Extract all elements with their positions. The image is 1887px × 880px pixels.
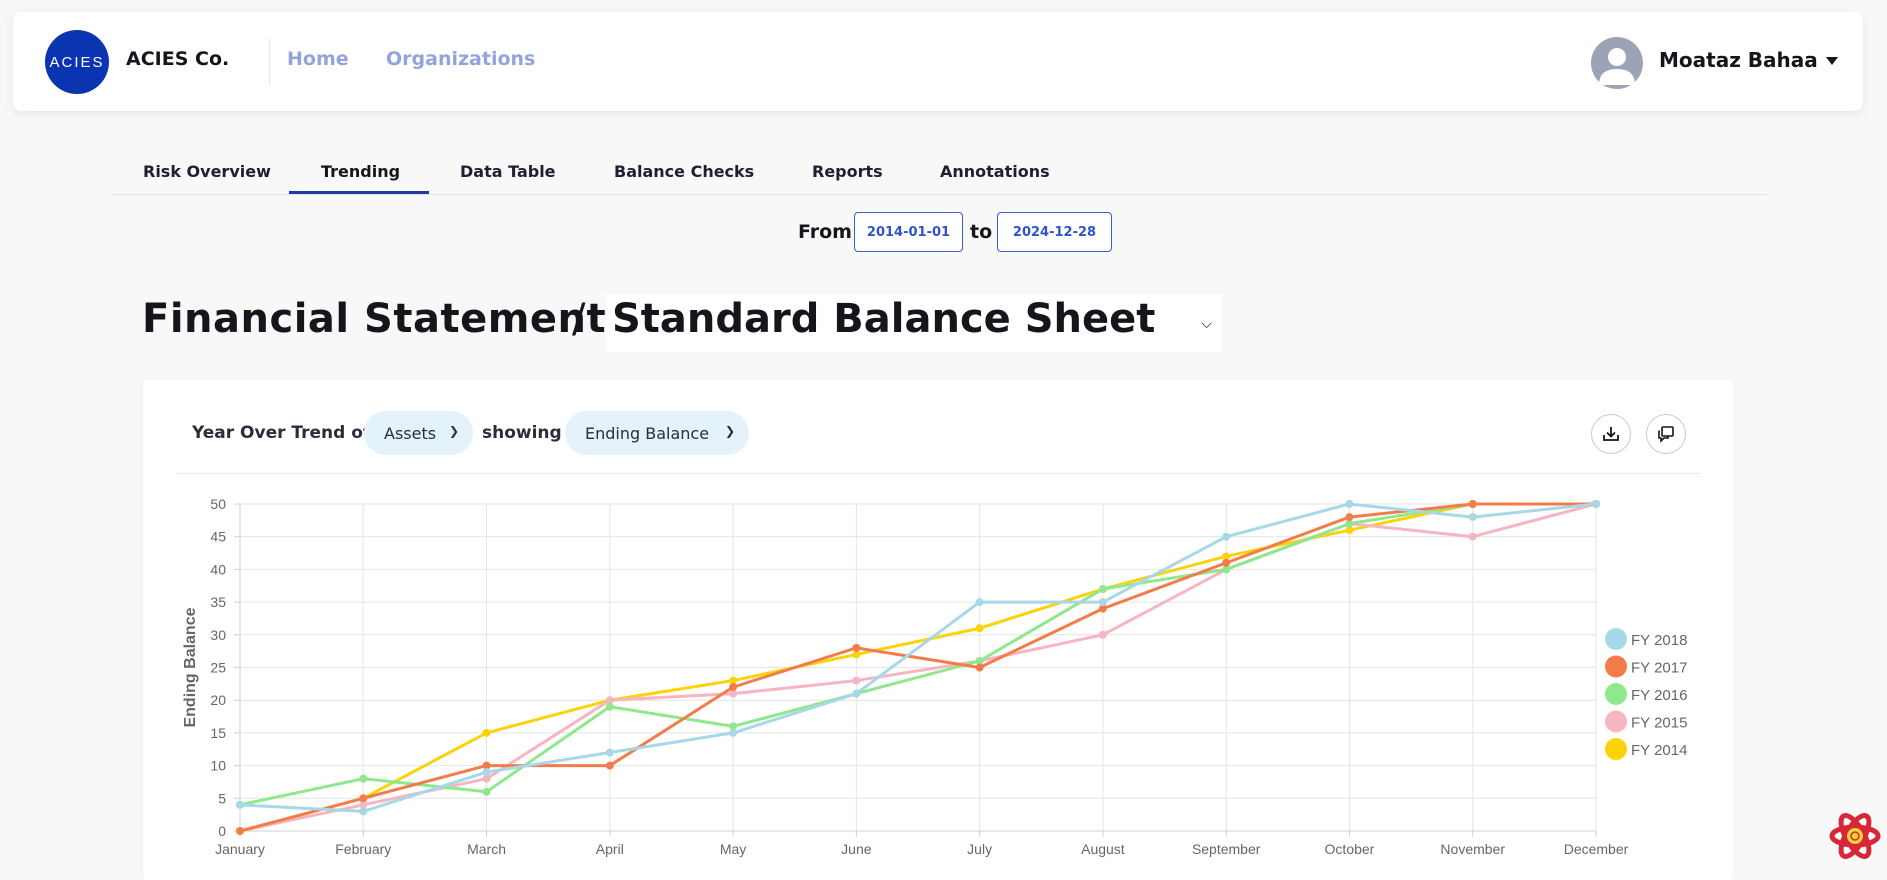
y-tick-label: 20 bbox=[210, 692, 226, 708]
legend-label: FY 2018 bbox=[1631, 632, 1687, 649]
legend-label: FY 2017 bbox=[1631, 660, 1687, 677]
x-tick-label: May bbox=[720, 841, 746, 857]
y-tick-label: 50 bbox=[210, 496, 226, 512]
data-point bbox=[852, 643, 861, 652]
data-point bbox=[1468, 500, 1477, 508]
y-tick-label: 10 bbox=[210, 758, 226, 774]
y-tick-label: 35 bbox=[210, 594, 226, 610]
y-tick-label: 0 bbox=[218, 823, 226, 839]
react-logo-icon[interactable] bbox=[1826, 810, 1884, 862]
x-tick-label: March bbox=[467, 841, 506, 857]
data-point bbox=[1098, 598, 1107, 607]
data-point bbox=[1098, 585, 1107, 594]
y-tick-label: 45 bbox=[210, 529, 226, 545]
x-tick-label: January bbox=[215, 841, 265, 857]
legend-swatch bbox=[1605, 683, 1627, 705]
data-point bbox=[359, 807, 368, 816]
data-point bbox=[975, 624, 984, 633]
data-point bbox=[852, 689, 861, 698]
data-point bbox=[1468, 532, 1477, 541]
x-tick-label: June bbox=[841, 841, 872, 857]
x-tick-label: February bbox=[335, 841, 391, 857]
data-point bbox=[1222, 558, 1231, 567]
data-point bbox=[1345, 500, 1354, 508]
y-tick-label: 25 bbox=[210, 660, 226, 676]
y-tick-label: 15 bbox=[210, 725, 226, 741]
legend-label: FY 2016 bbox=[1631, 687, 1687, 704]
data-point bbox=[1592, 500, 1600, 508]
data-point bbox=[482, 787, 491, 796]
x-tick-label: December bbox=[1564, 841, 1629, 857]
legend-swatch bbox=[1605, 710, 1627, 733]
legend-label: FY 2014 bbox=[1631, 742, 1687, 759]
legend-swatch bbox=[1605, 655, 1627, 678]
data-point bbox=[1468, 513, 1477, 522]
data-point bbox=[975, 598, 984, 607]
data-point bbox=[975, 663, 984, 672]
data-point bbox=[1222, 532, 1231, 541]
x-tick-label: July bbox=[967, 841, 992, 857]
legend-swatch bbox=[1605, 738, 1627, 760]
series-line bbox=[239, 502, 1596, 807]
data-point bbox=[729, 728, 738, 737]
data-point bbox=[482, 728, 491, 737]
data-point bbox=[605, 702, 614, 711]
data-point bbox=[1098, 630, 1107, 639]
data-point bbox=[482, 768, 491, 777]
data-point bbox=[852, 676, 861, 685]
x-tick-label: October bbox=[1325, 841, 1375, 857]
data-point bbox=[359, 794, 368, 803]
legend-swatch bbox=[1605, 628, 1627, 650]
x-tick-label: September bbox=[1192, 841, 1261, 857]
data-point bbox=[729, 683, 738, 692]
legend-label: FY 2015 bbox=[1631, 715, 1687, 732]
x-tick-label: November bbox=[1440, 841, 1505, 857]
data-point bbox=[605, 761, 614, 770]
trend-line-chart: 0 5 10 15 20 25 30 35 40 45 50 January February March… bbox=[182, 496, 1687, 857]
y-tick-label: 5 bbox=[218, 790, 226, 806]
data-point bbox=[236, 827, 244, 835]
data-point bbox=[236, 800, 244, 809]
data-point bbox=[605, 748, 614, 757]
y-tick-label: 40 bbox=[210, 561, 226, 577]
y-axis-title: Ending Balance bbox=[182, 607, 199, 727]
x-tick-label: August bbox=[1081, 841, 1125, 857]
y-tick-label: 30 bbox=[210, 627, 226, 643]
data-point bbox=[1345, 513, 1354, 522]
x-tick-label: April bbox=[596, 841, 624, 857]
data-point bbox=[359, 774, 368, 783]
